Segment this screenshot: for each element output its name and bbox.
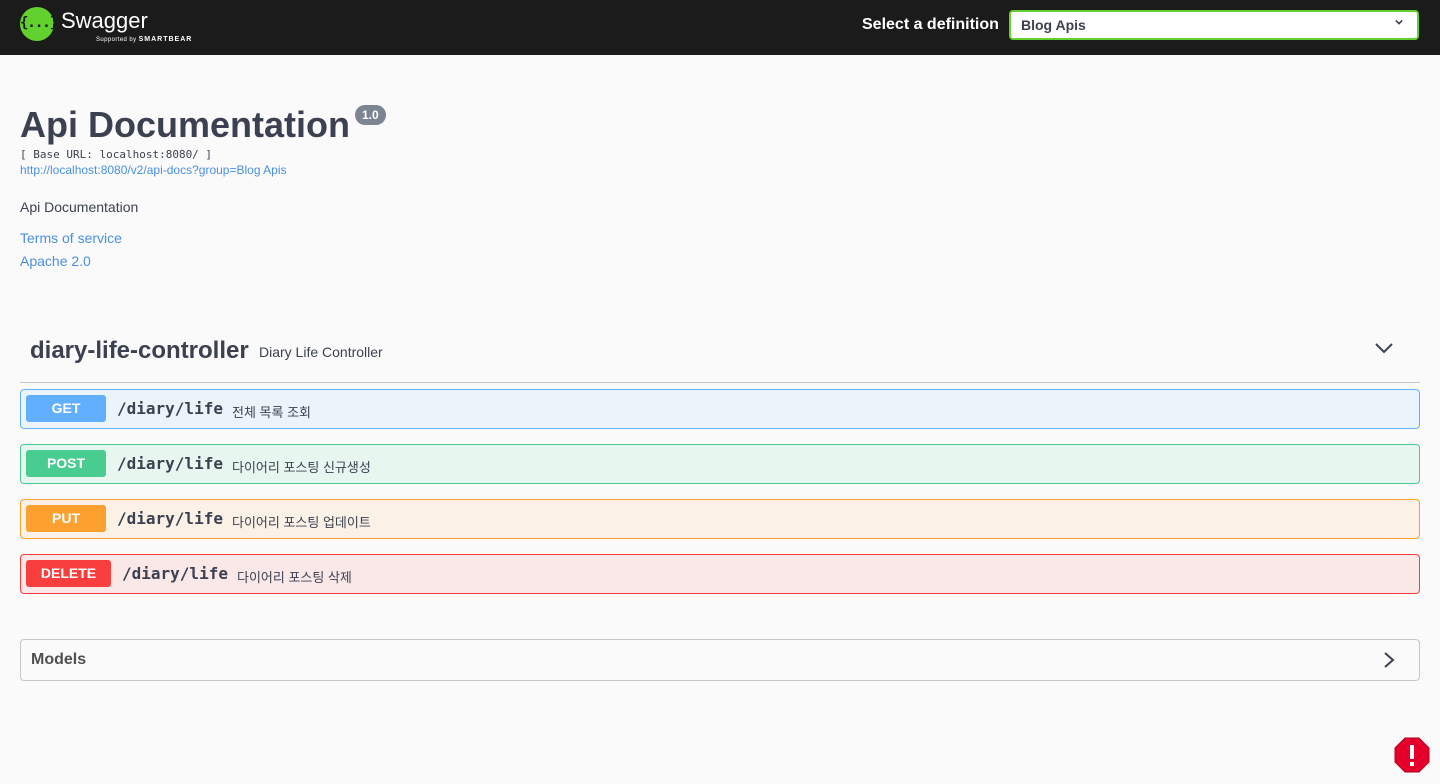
operation-path: /diary/life bbox=[117, 509, 223, 528]
definition-select[interactable]: Blog Apis bbox=[1009, 10, 1419, 40]
operation-summary: 다이어리 포스팅 삭제 bbox=[237, 570, 352, 585]
page-title: Api Documentation bbox=[20, 104, 350, 145]
operation-post[interactable]: POST /diary/life 다이어리 포스팅 신규생성 bbox=[20, 444, 1420, 484]
method-badge: POST bbox=[26, 450, 106, 477]
swagger-logo-icon: {...} bbox=[20, 7, 58, 41]
topbar: {...} Swagger Supported by SMARTBEAR Sel… bbox=[0, 0, 1440, 55]
swagger-logo[interactable]: {...} Swagger Supported by SMARTBEAR bbox=[20, 6, 192, 46]
controller-description: Diary Life Controller bbox=[259, 344, 383, 360]
operation-path: /diary/life bbox=[117, 454, 223, 473]
operation-put[interactable]: PUT /diary/life 다이어리 포스팅 업데이트 bbox=[20, 499, 1420, 539]
license-link[interactable]: Apache 2.0 bbox=[20, 253, 91, 269]
operation-summary: 다이어리 포스팅 신규생성 bbox=[232, 460, 371, 475]
method-badge: DELETE bbox=[26, 560, 111, 587]
method-badge: PUT bbox=[26, 505, 106, 532]
base-url: [ Base URL: localhost:8080/ ] bbox=[20, 148, 213, 161]
models-title: Models bbox=[31, 651, 87, 668]
swagger-logo-glyph: {...} bbox=[20, 15, 58, 31]
swagger-logo-title: Swagger bbox=[61, 8, 148, 33]
operation-summary: 다이어리 포스팅 업데이트 bbox=[232, 515, 371, 530]
chevron-down-icon bbox=[1395, 19, 1403, 25]
operation-path: /diary/life bbox=[122, 564, 228, 583]
controller-tag-header[interactable]: diary-life-controller Diary Life Control… bbox=[20, 326, 1420, 383]
chevron-right-icon[interactable] bbox=[1383, 651, 1395, 669]
definition-label: Select a definition bbox=[862, 16, 999, 33]
api-description: Api Documentation bbox=[20, 199, 139, 215]
definition-select-value: Blog Apis bbox=[1021, 17, 1086, 33]
error-icon[interactable] bbox=[1394, 737, 1430, 773]
operation-get[interactable]: GET /diary/life 전체 목록 조회 bbox=[20, 389, 1420, 429]
api-docs-link[interactable]: http://localhost:8080/v2/api-docs?group=… bbox=[20, 163, 287, 177]
controller-name: diary-life-controller bbox=[30, 337, 249, 364]
chevron-down-icon[interactable] bbox=[1374, 341, 1394, 355]
terms-of-service-link[interactable]: Terms of service bbox=[20, 230, 122, 246]
operation-path: /diary/life bbox=[117, 399, 223, 418]
models-section[interactable]: Models bbox=[20, 639, 1420, 681]
operation-summary: 전체 목록 조회 bbox=[232, 405, 311, 420]
operation-delete[interactable]: DELETE /diary/life 다이어리 포스팅 삭제 bbox=[20, 554, 1420, 594]
swagger-logo-subtitle: Supported by SMARTBEAR bbox=[96, 36, 193, 43]
method-badge: GET bbox=[26, 395, 106, 422]
version-badge: 1.0 bbox=[355, 105, 386, 125]
